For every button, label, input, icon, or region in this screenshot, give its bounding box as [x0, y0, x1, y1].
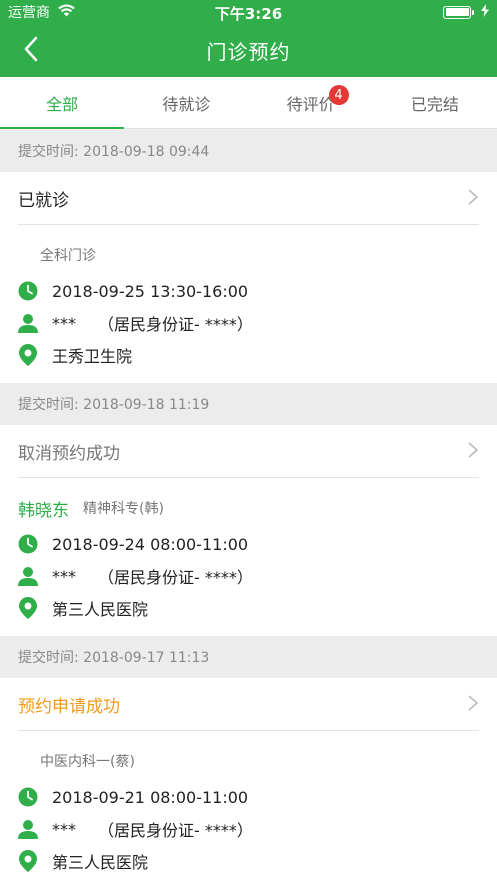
- person-icon: [18, 313, 38, 333]
- status-right: [443, 3, 489, 21]
- time-row: 2018-09-21 08:00-11:00: [18, 781, 479, 813]
- clock-icon: [18, 534, 38, 554]
- submit-time: 提交时间: 2018-09-18 09:44: [18, 144, 210, 160]
- patient-id: （居民身份证- ****）: [98, 568, 253, 587]
- appointment-card: 取消预约成功 韩晓东 精神科专(韩) 2018-09-24 08:00-11:0…: [0, 425, 497, 636]
- submit-time-bar: 提交时间: 2018-09-17 11:13: [0, 636, 497, 678]
- submit-time-bar: 提交时间: 2018-09-18 11:19: [0, 383, 497, 425]
- submit-time: 提交时间: 2018-09-18 11:19: [18, 397, 210, 413]
- doctor-name: 韩晓东: [18, 500, 69, 521]
- clock-icon: [18, 787, 38, 807]
- battery-icon: [443, 5, 474, 19]
- department-name: 中医内科一(蔡): [40, 754, 135, 770]
- hospital-name: 王秀卫生院: [52, 347, 133, 366]
- chevron-right-icon: [467, 188, 479, 210]
- appointment-card: 预约申请成功 中医内科一(蔡) 2018-09-21 08:00-11:00 *…: [0, 678, 497, 883]
- patient-row: *** （居民身份证- ****）: [18, 560, 479, 592]
- hospital-row: 王秀卫生院: [18, 339, 479, 371]
- status-bar: 运营商 下午3:26: [0, 0, 497, 24]
- patient-row: *** （居民身份证- ****）: [18, 307, 479, 339]
- chevron-left-icon: [24, 36, 38, 66]
- tab-pending-review[interactable]: 待评价 4: [249, 77, 373, 128]
- charging-bolt-icon: [481, 3, 489, 21]
- location-pin-icon: [18, 344, 38, 366]
- carrier-label: 运营商: [8, 5, 50, 21]
- patient-row: *** （居民身份证- ****）: [18, 813, 479, 845]
- appointment-status-row[interactable]: 已就诊: [0, 172, 497, 225]
- appointment-detail: 全科门诊 2018-09-25 13:30-16:00 *** （居民身份证- …: [0, 225, 497, 383]
- time-row: 2018-09-24 08:00-11:00: [18, 528, 479, 560]
- unread-count-badge: 4: [328, 85, 349, 105]
- location-pin-icon: [18, 850, 38, 872]
- status-left: 运营商: [8, 2, 75, 22]
- chevron-right-icon: [467, 694, 479, 716]
- person-icon: [18, 819, 38, 839]
- person-icon: [18, 566, 38, 586]
- tab-label: 已完结: [410, 94, 459, 114]
- submit-time: 提交时间: 2018-09-17 11:13: [18, 650, 210, 666]
- tab-all[interactable]: 全部: [0, 77, 125, 129]
- tab-label: 待就诊: [162, 94, 211, 114]
- appointment-detail: 中医内科一(蔡) 2018-09-21 08:00-11:00 *** （居民身…: [0, 731, 497, 883]
- department-row: 中医内科一(蔡): [18, 741, 479, 781]
- submit-time-bar: 提交时间: 2018-09-18 09:44: [0, 130, 497, 172]
- department-name: 全科门诊: [40, 248, 96, 264]
- patient-id: （居民身份证- ****）: [98, 821, 253, 840]
- appointment-status: 已就诊: [18, 191, 69, 211]
- patient-name: ***: [52, 566, 76, 586]
- patient-name: ***: [52, 819, 76, 839]
- tab-completed[interactable]: 已完结: [373, 77, 497, 128]
- patient-id: （居民身份证- ****）: [98, 315, 253, 334]
- appointment-datetime: 2018-09-21 08:00-11:00: [52, 787, 249, 807]
- hospital-name: 第三人民医院: [52, 600, 149, 619]
- wifi-icon: [58, 3, 75, 21]
- appointment-list: 提交时间: 2018-09-18 09:44 已就诊 全科门诊 2018-09-…: [0, 130, 497, 883]
- hospital-name: 第三人民医院: [52, 853, 149, 872]
- tab-bar: 全部 待就诊 待评价 4 已完结: [0, 77, 497, 129]
- time-row: 2018-09-25 13:30-16:00: [18, 275, 479, 307]
- department-name: 精神科专(韩): [83, 501, 164, 517]
- appointment-status: 预约申请成功: [18, 697, 120, 717]
- appointment-datetime: 2018-09-24 08:00-11:00: [52, 534, 249, 554]
- location-pin-icon: [18, 597, 38, 619]
- clock-icon: [18, 281, 38, 301]
- appointment-status-row[interactable]: 取消预约成功: [0, 425, 497, 478]
- appointment-status: 取消预约成功: [18, 444, 120, 464]
- department-row: 全科门诊: [18, 235, 479, 275]
- tab-label: 待评价: [286, 94, 335, 114]
- back-button[interactable]: [14, 34, 48, 68]
- appointment-datetime: 2018-09-25 13:30-16:00: [52, 281, 249, 301]
- tab-label: 全部: [46, 94, 79, 114]
- doctor-row: 韩晓东 精神科专(韩): [18, 488, 479, 528]
- appointment-status-row[interactable]: 预约申请成功: [0, 678, 497, 731]
- appointment-detail: 韩晓东 精神科专(韩) 2018-09-24 08:00-11:00 *** （…: [0, 478, 497, 636]
- hospital-row: 第三人民医院: [18, 845, 479, 877]
- chevron-right-icon: [467, 441, 479, 463]
- patient-name: ***: [52, 313, 76, 333]
- page-title: 门诊预约: [206, 40, 291, 64]
- appointment-card: 已就诊 全科门诊 2018-09-25 13:30-16:00 *** （居民身…: [0, 172, 497, 383]
- tab-pending-visit[interactable]: 待就诊: [124, 77, 248, 128]
- hospital-row: 第三人民医院: [18, 592, 479, 624]
- nav-bar: 门诊预约: [0, 24, 497, 77]
